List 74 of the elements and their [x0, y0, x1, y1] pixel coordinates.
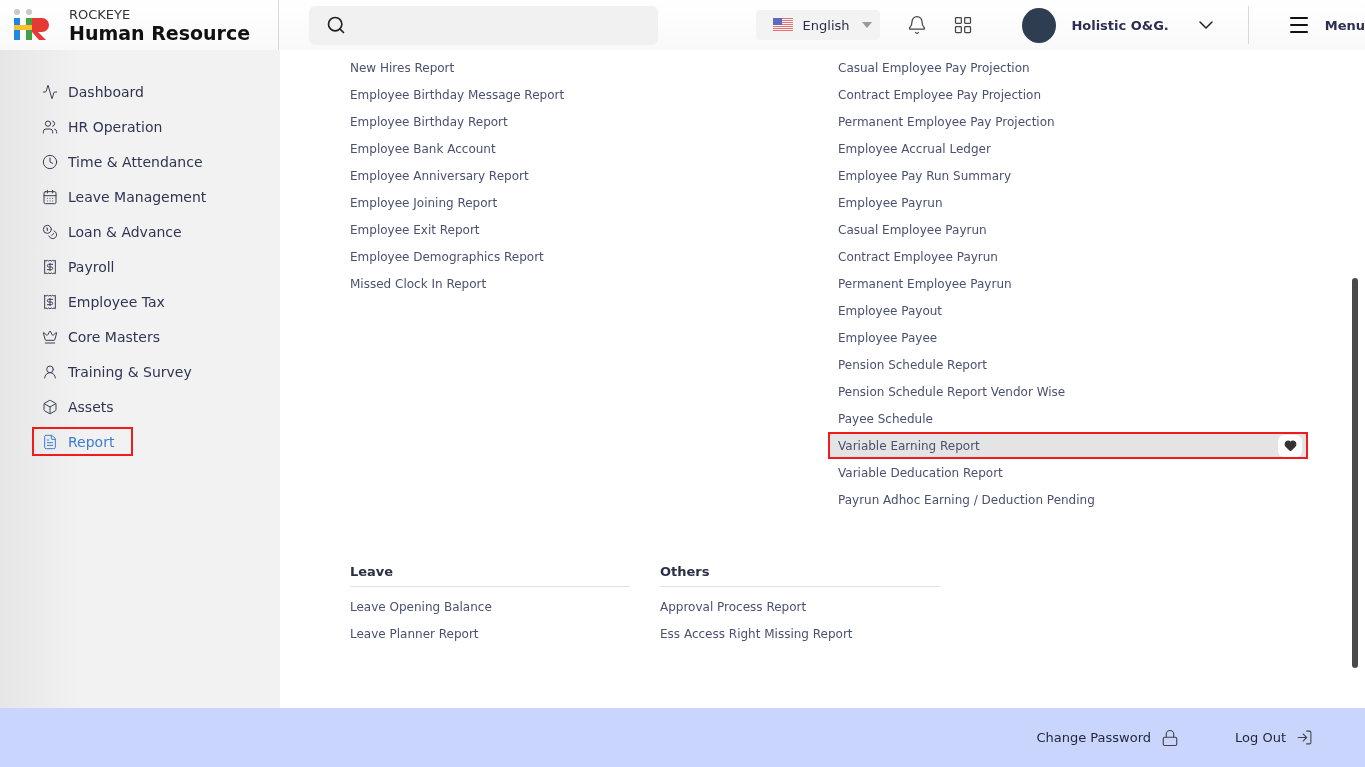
sidebar-item[interactable]: Loan & Advance [32, 217, 192, 246]
report-link[interactable]: Employee Accrual Ledger [828, 135, 1308, 162]
report-link[interactable]: New Hires Report [340, 54, 828, 81]
section-title: Others [660, 557, 940, 587]
sidebar-item[interactable]: Employee Tax [32, 287, 175, 316]
coins-icon [42, 223, 58, 240]
sidebar-item[interactable]: Dashboard [32, 77, 154, 106]
section-title: Leave [350, 557, 630, 587]
report-link[interactable]: Employee Pay Run Summary [828, 162, 1308, 189]
user-avatar[interactable] [1022, 7, 1057, 43]
person-icon [42, 363, 58, 380]
search-field[interactable] [309, 5, 658, 45]
report-link[interactable]: Pension Schedule Report [828, 351, 1308, 378]
sidebar-item[interactable]: HR Operation [32, 112, 173, 141]
sidebar-item[interactable]: Assets [32, 392, 133, 421]
menu-label[interactable]: Menu [1324, 17, 1365, 33]
logo-icon [13, 9, 51, 41]
chart-line-icon [42, 83, 58, 100]
report-link[interactable]: Employee Birthday Message Report [340, 81, 828, 108]
report-link[interactable]: Pension Schedule Report Vendor Wise [828, 378, 1308, 405]
report-link[interactable]: Employee Bank Account [340, 135, 828, 162]
report-link[interactable]: Employee Exit Report [340, 216, 828, 243]
report-link[interactable]: Approval Process Report [660, 593, 940, 620]
report-link[interactable]: Permanent Employee Pay Projection [828, 108, 1308, 135]
footer-link[interactable]: Log Out [1235, 729, 1313, 746]
search-icon [326, 15, 346, 35]
footer-link[interactable]: Change Password [1036, 728, 1180, 747]
language-select[interactable]: English [755, 10, 881, 40]
report-link[interactable]: Employee Payrun [828, 189, 1308, 216]
report-link[interactable]: Missed Clock In Report [340, 270, 828, 297]
favorite-button[interactable] [1278, 434, 1302, 457]
report-link[interactable]: Leave Opening Balance [350, 593, 630, 620]
report-link[interactable]: Employee Joining Report [340, 189, 828, 216]
sidebar-item[interactable]: Payroll [32, 252, 133, 281]
report-link[interactable]: Leave Planner Report [350, 620, 630, 647]
cube-icon [42, 398, 58, 415]
heart-icon [1283, 439, 1297, 452]
user-name[interactable]: Holistic O&G. [1071, 17, 1169, 33]
report-link[interactable]: Employee Demographics Report [340, 243, 828, 270]
report-link[interactable]: Contract Employee Pay Projection [828, 81, 1308, 108]
sidebar-item[interactable]: Report [32, 427, 133, 456]
sidebar-item[interactable]: Training & Survey [32, 357, 202, 386]
report-link[interactable]: Variable Deducation Report [828, 459, 1308, 486]
report-link[interactable]: Employee Payout [828, 297, 1308, 324]
logout-icon [1296, 729, 1313, 746]
report-link[interactable]: Ess Access Right Missing Report [660, 620, 940, 647]
report-link[interactable]: Payee Schedule [828, 405, 1308, 432]
report-link[interactable]: Contract Employee Payrun [828, 243, 1308, 270]
report-link[interactable]: Employee Birthday Report [340, 108, 828, 135]
lock-icon [1161, 728, 1180, 747]
brand-title: Human Resource [69, 21, 251, 44]
report-link[interactable]: Casual Employee Pay Projection [828, 54, 1308, 81]
receipt-icon [42, 293, 58, 310]
people-icon [42, 118, 58, 135]
bell-icon[interactable] [907, 15, 928, 35]
report-link[interactable]: Casual Employee Payrun [828, 216, 1308, 243]
calendar-icon [42, 188, 58, 205]
report-link[interactable]: Employee Payee [828, 324, 1308, 351]
caret-icon [862, 22, 873, 28]
report-link[interactable]: Employee Anniversary Report [340, 162, 828, 189]
scrollbar-thumb[interactable] [1352, 278, 1358, 668]
report-link[interactable]: Permanent Employee Payrun [828, 270, 1308, 297]
sidebar-item[interactable]: Leave Management [32, 182, 217, 211]
apps-grid-icon[interactable] [953, 15, 974, 35]
report-link[interactable]: Payrun Adhoc Earning / Deduction Pending [828, 486, 1308, 513]
sidebar-item[interactable]: Core Masters [32, 322, 170, 351]
flag-icon [772, 18, 793, 32]
report-link[interactable]: Variable Earning Report [828, 432, 1308, 459]
clock-icon [42, 153, 58, 170]
sidebar-item[interactable]: Time & Attendance [32, 147, 213, 176]
receipt-icon [42, 258, 58, 275]
document-icon [42, 433, 58, 450]
brand-subtitle: ROCKEYE [69, 6, 132, 22]
crown-icon [42, 328, 58, 345]
